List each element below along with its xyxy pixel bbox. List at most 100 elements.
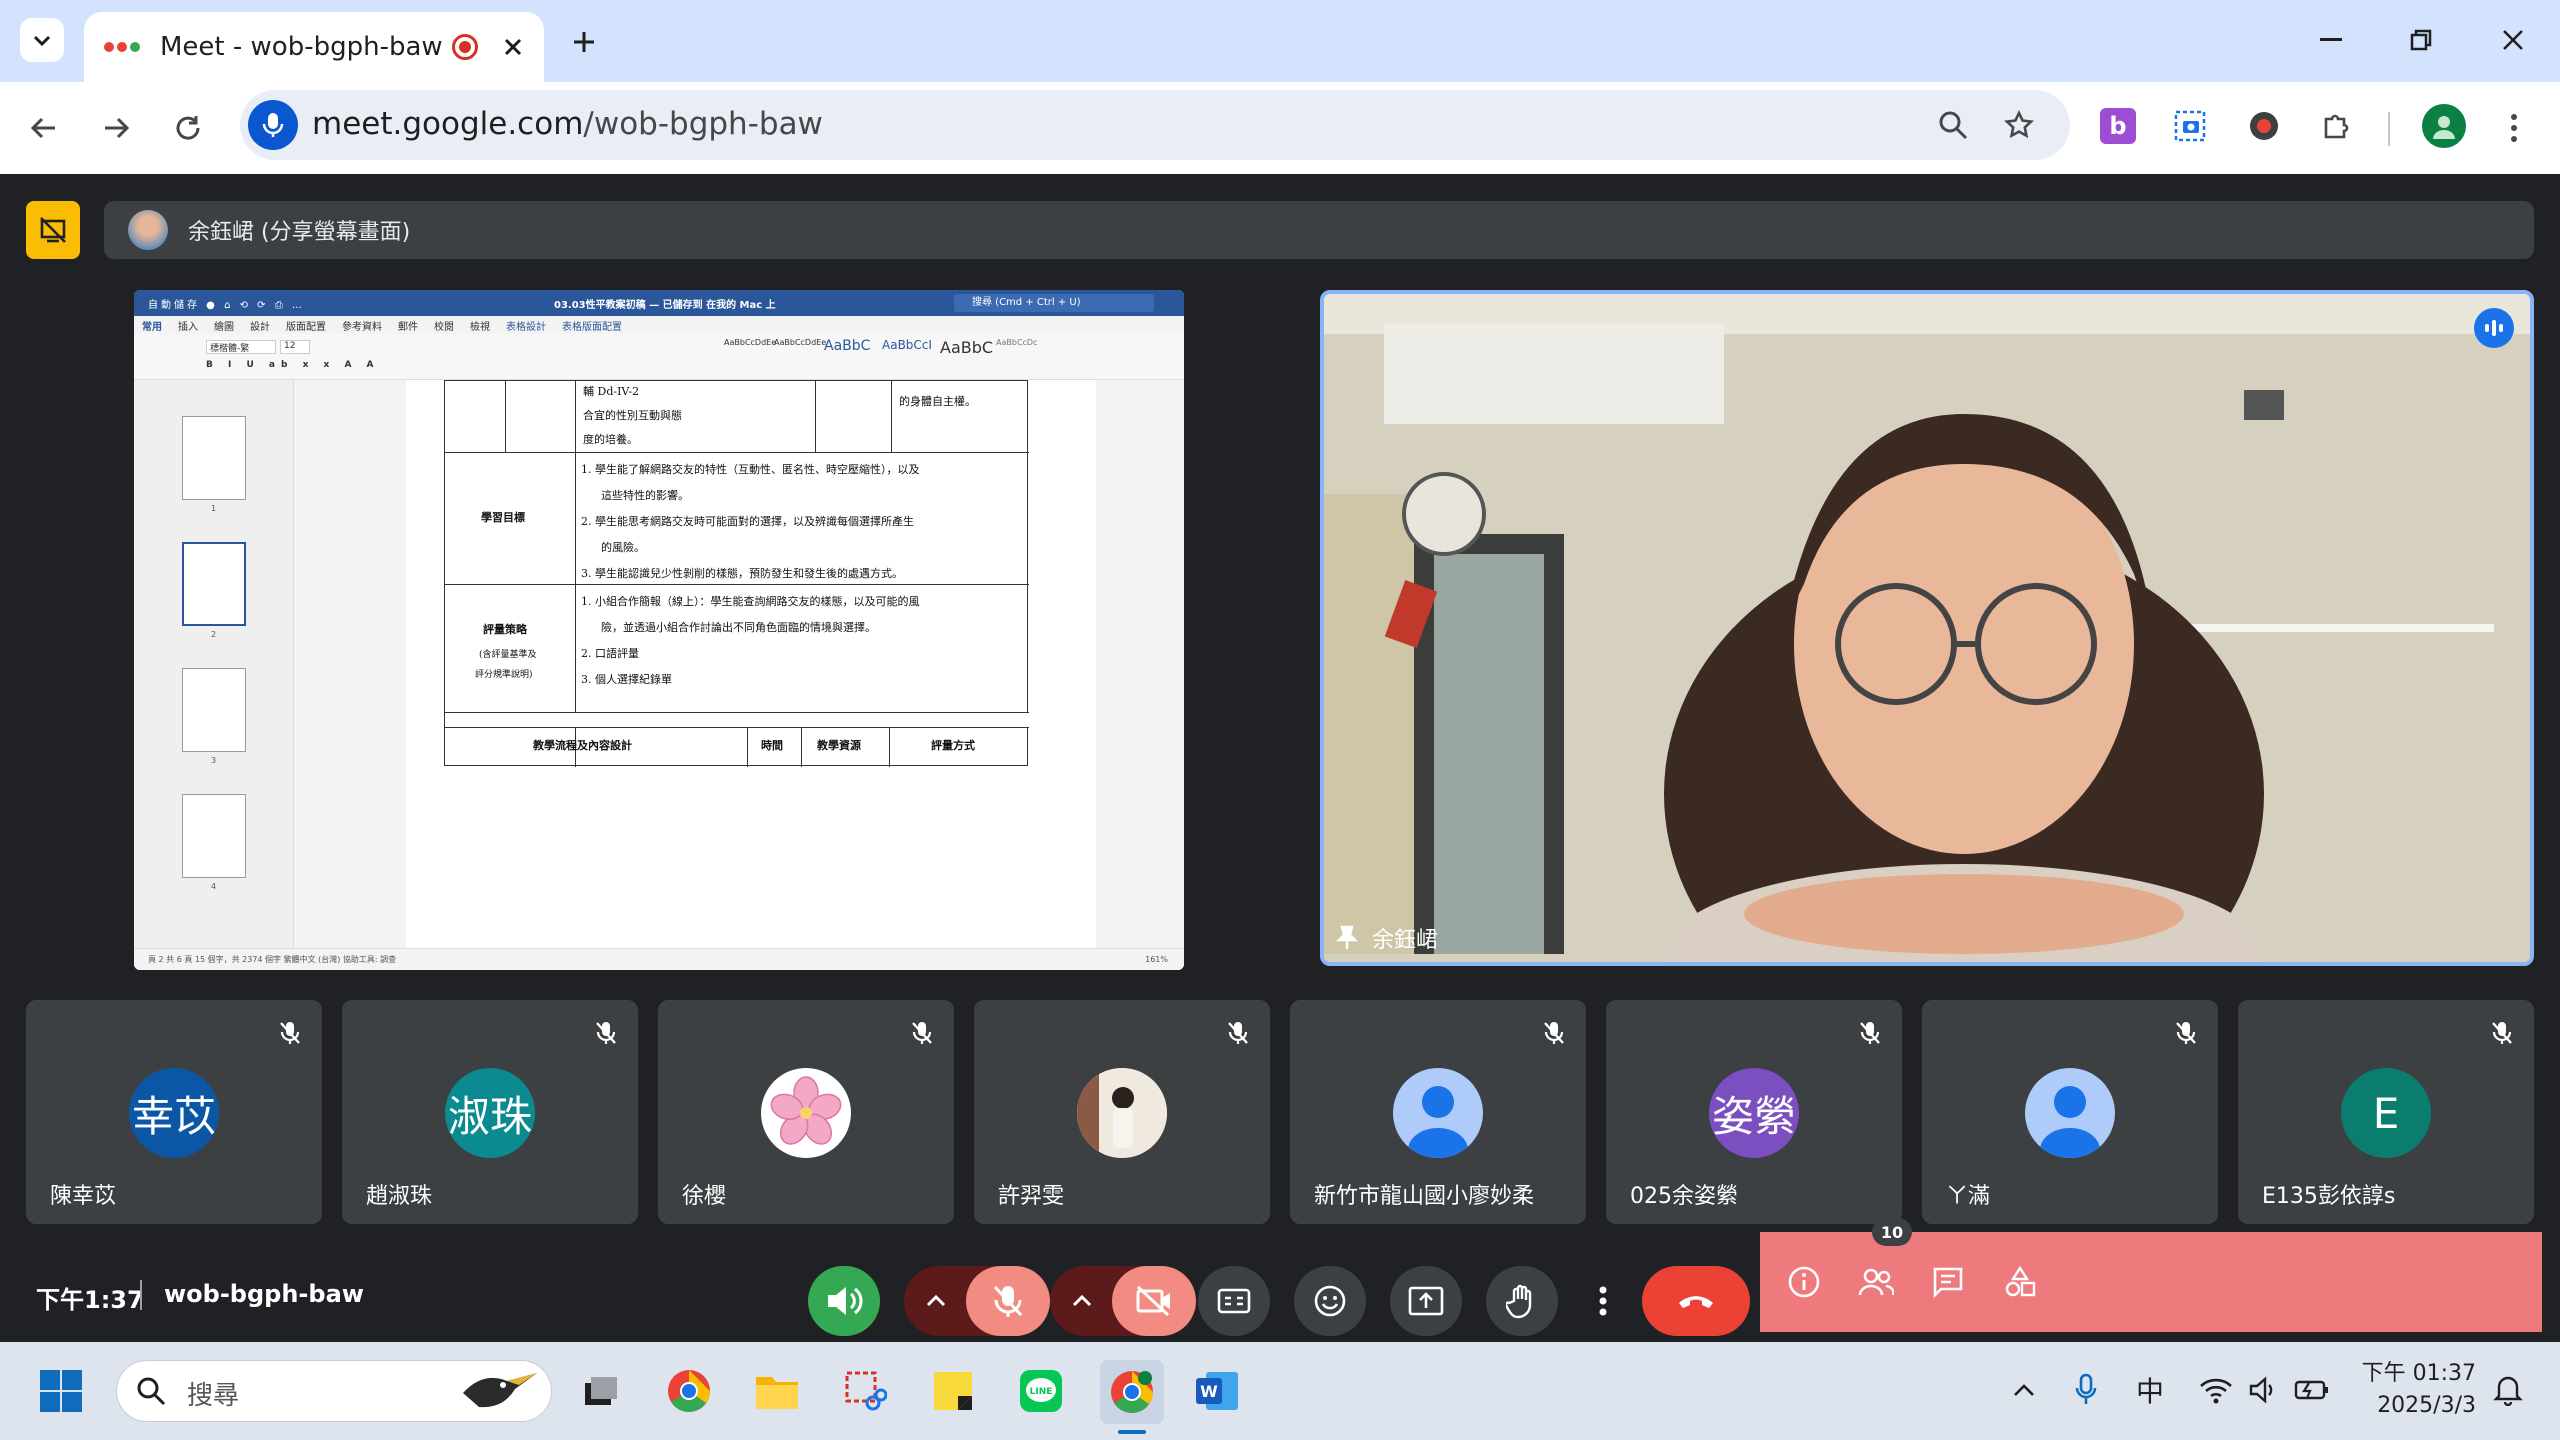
restore-icon <box>2410 29 2432 51</box>
forward-button[interactable] <box>92 104 140 152</box>
participant-tile[interactable]: 許羿雯 <box>974 1000 1270 1224</box>
font-name-box[interactable]: 標楷體-繁 <box>206 340 276 354</box>
participant-avatar: 姿縈 <box>1709 1068 1799 1158</box>
taskbar-clock[interactable]: 下午 01:37 2025/3/3 <box>2356 1358 2476 1422</box>
svg-text:LINE: LINE <box>1030 1387 1053 1397</box>
browser-tab-strip: Meet - wob-bgph-baw <box>0 0 2560 82</box>
raise-hand-button[interactable] <box>1486 1266 1558 1336</box>
word-tab-table-layout[interactable]: 表格版面配置 <box>562 318 622 333</box>
thumb-page[interactable] <box>182 794 246 878</box>
profile-avatar[interactable] <box>2422 104 2466 148</box>
screenshot-extension-icon[interactable] <box>2170 106 2210 146</box>
doc-header-cell: 時間 <box>761 739 783 752</box>
participant-avatar-photo <box>1077 1068 1167 1158</box>
sticky-notes-taskbar-icon[interactable] <box>928 1366 978 1416</box>
style-normal[interactable]: AaBbCcDdEe <box>724 338 776 357</box>
font-size-box[interactable]: 12 <box>280 340 310 354</box>
word-tab-home[interactable]: 常用 <box>142 318 162 333</box>
leave-call-button[interactable] <box>1642 1266 1750 1336</box>
doc-header-cell: 教學流程及內容設計 <box>533 739 632 752</box>
style-heading-2[interactable]: AaBbCcI <box>882 338 934 357</box>
eval-label: 評量策略 <box>483 623 527 636</box>
snipping-tool-taskbar-icon[interactable] <box>840 1366 890 1416</box>
microphone-in-use-icon[interactable] <box>248 100 298 150</box>
present-now-button[interactable] <box>1390 1266 1462 1336</box>
style-no-spacing[interactable]: AaBbCcDdEe <box>774 338 826 357</box>
browser-tab-meet[interactable]: Meet - wob-bgph-baw <box>84 12 544 82</box>
toolbar-divider <box>2388 112 2390 146</box>
star-icon <box>2004 110 2034 139</box>
wifi-icon[interactable] <box>2196 1370 2236 1410</box>
address-bar[interactable]: meet.google.com/wob-bgph-baw <box>240 90 2070 160</box>
bookmark-button[interactable] <box>1996 102 2042 148</box>
video-options-button[interactable] <box>1050 1266 1114 1336</box>
speaker-button[interactable] <box>808 1266 880 1336</box>
word-tab-draw[interactable]: 繪圖 <box>214 318 234 333</box>
ime-indicator[interactable]: 中 <box>2136 1370 2164 1410</box>
participant-tile[interactable]: ㄚ滿 <box>1922 1000 2218 1224</box>
notifications-button[interactable] <box>2488 1370 2528 1410</box>
word-tab-table-design[interactable]: 表格設計 <box>506 318 546 333</box>
word-tab-mailings[interactable]: 郵件 <box>398 318 418 333</box>
more-options-button[interactable] <box>1586 1266 1620 1336</box>
browser-menu-button[interactable] <box>2494 104 2534 152</box>
chrome-profile-taskbar-icon[interactable] <box>1100 1360 1164 1424</box>
camera-toggle-button[interactable] <box>1112 1266 1196 1336</box>
minimize-button[interactable] <box>2306 18 2356 62</box>
close-window-button[interactable] <box>2488 18 2538 62</box>
reload-button[interactable] <box>164 104 212 152</box>
bell-icon <box>2493 1376 2523 1406</box>
participant-tile[interactable]: 新竹市龍山國小廖妙柔 <box>1290 1000 1586 1224</box>
zoom-icon <box>1939 111 1968 140</box>
word-tab-references[interactable]: 參考資料 <box>342 318 382 333</box>
participant-tile[interactable]: 幸苡 陳幸苡 <box>26 1000 322 1224</box>
word-tab-view[interactable]: 檢視 <box>470 318 490 333</box>
participant-tile[interactable]: 徐櫻 <box>658 1000 954 1224</box>
extension-b-icon[interactable]: b <box>2100 108 2136 144</box>
styles-gallery[interactable]: AaBbCcDdEe AaBbCcDdEe AaBbC AaBbCcI AaBb… <box>724 338 1046 357</box>
start-button[interactable] <box>36 1366 86 1416</box>
tab-search-button[interactable] <box>20 18 64 62</box>
speaking-indicator-icon <box>2474 308 2514 348</box>
style-heading-1[interactable]: AaBbC <box>824 338 876 357</box>
battery-icon[interactable] <box>2292 1370 2332 1410</box>
word-tab-design[interactable]: 設計 <box>250 318 270 333</box>
word-tab-review[interactable]: 校閱 <box>434 318 454 333</box>
word-tab-layout[interactable]: 版面配置 <box>286 318 326 333</box>
reactions-button[interactable] <box>1294 1266 1366 1336</box>
participant-tile[interactable]: 淑珠 趙淑珠 <box>342 1000 638 1224</box>
participant-tile[interactable]: 姿縈 025余姿縈 <box>1606 1000 1902 1224</box>
style-title[interactable]: AaBbC <box>940 338 993 357</box>
taskbar-mic-icon[interactable] <box>2068 1370 2104 1410</box>
taskbar-search[interactable]: 搜尋 <box>116 1360 552 1422</box>
extensions-button[interactable] <box>2316 106 2356 146</box>
volume-icon <box>828 1287 863 1315</box>
participant-tile[interactable]: E E135彭依諄s <box>2238 1000 2534 1224</box>
show-hidden-icons-button[interactable] <box>2006 1372 2042 1408</box>
zoom-button[interactable] <box>1930 102 1976 148</box>
style-subtitle[interactable]: AaBbCcDc <box>996 338 1046 357</box>
restore-button[interactable] <box>2396 18 2446 62</box>
task-view-icon <box>585 1377 617 1405</box>
mic-toggle-button[interactable] <box>966 1266 1050 1336</box>
stop-presenting-button[interactable] <box>26 201 80 259</box>
file-explorer-taskbar-icon[interactable] <box>752 1366 802 1416</box>
thumb-page-selected[interactable] <box>182 542 246 626</box>
new-tab-button[interactable] <box>562 20 606 64</box>
time-divider <box>140 1280 142 1310</box>
record-extension-icon[interactable] <box>2244 106 2284 146</box>
thumb-page[interactable] <box>182 416 246 500</box>
audio-options-button[interactable] <box>904 1266 968 1336</box>
volume-tray-icon[interactable] <box>2244 1370 2284 1410</box>
line-taskbar-icon[interactable]: LINE <box>1016 1366 1066 1416</box>
back-button[interactable] <box>20 104 68 152</box>
chrome-taskbar-icon[interactable] <box>664 1366 714 1416</box>
task-view-button[interactable] <box>576 1366 626 1416</box>
captions-button[interactable] <box>1198 1266 1270 1336</box>
thumb-page[interactable] <box>182 668 246 752</box>
close-tab-icon[interactable] <box>502 36 524 58</box>
word-taskbar-icon[interactable]: W <box>1192 1366 1242 1416</box>
participant-avatar-default <box>1393 1068 1483 1158</box>
word-tab-insert[interactable]: 插入 <box>178 318 198 333</box>
doc-search[interactable]: 搜尋 (Cmd + Ctrl + U) <box>954 294 1154 312</box>
